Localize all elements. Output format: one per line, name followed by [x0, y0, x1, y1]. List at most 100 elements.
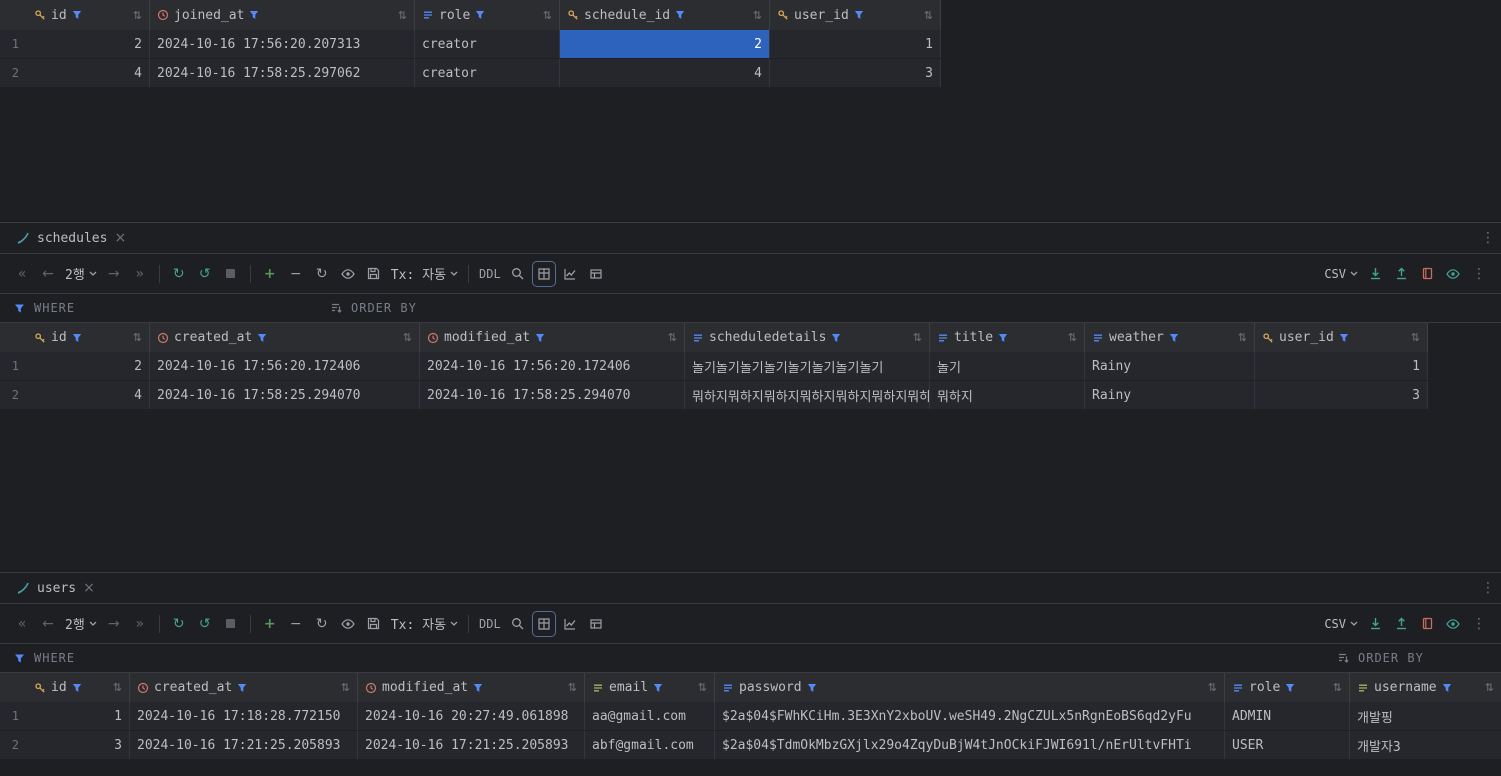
- sort-icon[interactable]: [1411, 332, 1420, 343]
- column-header-title[interactable]: title: [930, 323, 1085, 352]
- grid-view-toggle[interactable]: [531, 260, 556, 287]
- cell-id[interactable]: 4: [27, 59, 150, 87]
- column-header-modified-at[interactable]: modified_at: [358, 673, 585, 702]
- cell-role[interactable]: creator: [415, 30, 560, 58]
- order-by-field[interactable]: ORDER BY: [1337, 651, 1424, 665]
- filter-funnel-icon[interactable]: [72, 10, 82, 20]
- cell-id[interactable]: 1: [27, 702, 130, 730]
- prev-page-button[interactable]: [36, 611, 60, 637]
- cell-id[interactable]: 2: [27, 30, 150, 58]
- sort-icon[interactable]: [133, 332, 142, 343]
- cell-modified-at[interactable]: 2024-10-16 17:56:20.172406: [420, 352, 685, 380]
- tab-users[interactable]: users: [6, 573, 105, 603]
- cell-role[interactable]: creator: [415, 59, 560, 87]
- grid-view-toggle[interactable]: [531, 610, 556, 637]
- column-header-schedule-id[interactable]: schedule_id: [560, 0, 770, 30]
- column-header-password[interactable]: password: [715, 673, 1225, 702]
- cell-user-id[interactable]: 3: [1255, 381, 1428, 409]
- delete-row-button[interactable]: [284, 261, 308, 287]
- cell-email[interactable]: abf@gmail.com: [585, 731, 715, 759]
- where-clause-field[interactable]: WHERE: [0, 301, 75, 315]
- column-header-joined-at[interactable]: joined_at: [150, 0, 415, 30]
- first-page-button[interactable]: [10, 261, 34, 287]
- filter-funnel-icon[interactable]: [72, 333, 82, 343]
- kebab-menu-icon[interactable]: [1481, 581, 1495, 595]
- notebook-button[interactable]: [1415, 611, 1439, 637]
- column-header-id[interactable]: id: [27, 0, 150, 30]
- row-number[interactable]: 2: [0, 59, 27, 87]
- sort-icon[interactable]: [1333, 682, 1342, 693]
- save-changes-button[interactable]: [362, 611, 386, 637]
- sort-icon[interactable]: [1068, 332, 1077, 343]
- cell-joined-at[interactable]: 2024-10-16 17:58:25.297062: [150, 59, 415, 87]
- cell-created-at[interactable]: 2024-10-16 17:21:25.205893: [130, 731, 358, 759]
- query-history-button[interactable]: [193, 611, 217, 637]
- reload-page-button[interactable]: [167, 261, 191, 287]
- sort-icon[interactable]: [753, 10, 762, 21]
- find-button[interactable]: [506, 611, 530, 637]
- revert-changes-button[interactable]: [310, 611, 334, 637]
- last-page-button[interactable]: [128, 611, 152, 637]
- filter-funnel-icon[interactable]: [998, 333, 1008, 343]
- filter-funnel-icon[interactable]: [854, 10, 864, 20]
- kebab-menu-icon[interactable]: [1481, 231, 1495, 245]
- cell-scheduledetails[interactable]: 뭐하지뭐하지뭐하지뭐하지뭐하지뭐하지뭐하지: [685, 381, 930, 409]
- cell-schedule-id[interactable]: 4: [560, 59, 770, 87]
- sort-icon[interactable]: [398, 10, 407, 21]
- ddl-button[interactable]: DDL: [476, 611, 504, 637]
- cell-title[interactable]: 놀기: [930, 352, 1085, 380]
- sort-icon[interactable]: [924, 10, 933, 21]
- cell-created-at[interactable]: 2024-10-16 17:18:28.772150: [130, 702, 358, 730]
- filter-funnel-icon[interactable]: [653, 683, 663, 693]
- sort-icon[interactable]: [543, 10, 552, 21]
- cell-title[interactable]: 뭐하지: [930, 381, 1085, 409]
- cell-role[interactable]: ADMIN: [1225, 702, 1350, 730]
- sort-icon[interactable]: [113, 682, 122, 693]
- column-header-weather[interactable]: weather: [1085, 323, 1255, 352]
- filter-funnel-icon[interactable]: [535, 333, 545, 343]
- sort-icon[interactable]: [568, 682, 577, 693]
- toolbar-options-button[interactable]: [1467, 611, 1491, 637]
- toolbar-options-button[interactable]: [1467, 261, 1491, 287]
- save-changes-button[interactable]: [362, 261, 386, 287]
- sort-icon[interactable]: [403, 332, 412, 343]
- column-header-role[interactable]: role: [1225, 673, 1350, 702]
- sort-icon[interactable]: [698, 682, 707, 693]
- filter-funnel-icon[interactable]: [1442, 683, 1452, 693]
- cell-user-id[interactable]: 1: [1255, 352, 1428, 380]
- stop-button[interactable]: [219, 261, 243, 287]
- preview-changes-button[interactable]: [336, 611, 360, 637]
- sort-icon[interactable]: [668, 332, 677, 343]
- delete-row-button[interactable]: [284, 611, 308, 637]
- cell-modified-at[interactable]: 2024-10-16 20:27:49.061898: [358, 702, 585, 730]
- export-data-button[interactable]: [1363, 261, 1387, 287]
- transpose-view-button[interactable]: [584, 261, 608, 287]
- page-size-dropdown[interactable]: 2행: [62, 611, 100, 637]
- cell-id[interactable]: 4: [27, 381, 150, 409]
- row-number[interactable]: 2: [0, 381, 27, 409]
- transpose-view-button[interactable]: [584, 611, 608, 637]
- chart-view-toggle[interactable]: [558, 261, 582, 287]
- filter-funnel-icon[interactable]: [475, 10, 485, 20]
- cell-joined-at[interactable]: 2024-10-16 17:56:20.207313: [150, 30, 415, 58]
- column-header-email[interactable]: email: [585, 673, 715, 702]
- column-header-id[interactable]: id: [27, 673, 130, 702]
- ddl-button[interactable]: DDL: [476, 261, 504, 287]
- cell-role[interactable]: USER: [1225, 731, 1350, 759]
- column-header-scheduledetails[interactable]: scheduledetails: [685, 323, 930, 352]
- column-header-user-id[interactable]: user_id: [1255, 323, 1428, 352]
- chart-view-toggle[interactable]: [558, 611, 582, 637]
- last-page-button[interactable]: [128, 261, 152, 287]
- import-data-button[interactable]: [1389, 611, 1413, 637]
- filter-funnel-icon[interactable]: [237, 683, 247, 693]
- stop-button[interactable]: [219, 611, 243, 637]
- cell-password[interactable]: $2a$04$FWhKCiHm.3E3XnY2xboUV.weSH49.2NgC…: [715, 702, 1225, 730]
- cell-user-id[interactable]: 3: [770, 59, 941, 87]
- csv-extractor-dropdown[interactable]: CSV: [1321, 611, 1361, 637]
- row-number[interactable]: 1: [0, 30, 27, 58]
- cell-id[interactable]: 2: [27, 352, 150, 380]
- filter-funnel-icon[interactable]: [257, 333, 267, 343]
- filter-funnel-icon[interactable]: [1169, 333, 1179, 343]
- cell-username[interactable]: 개발자3: [1350, 731, 1501, 759]
- export-data-button[interactable]: [1363, 611, 1387, 637]
